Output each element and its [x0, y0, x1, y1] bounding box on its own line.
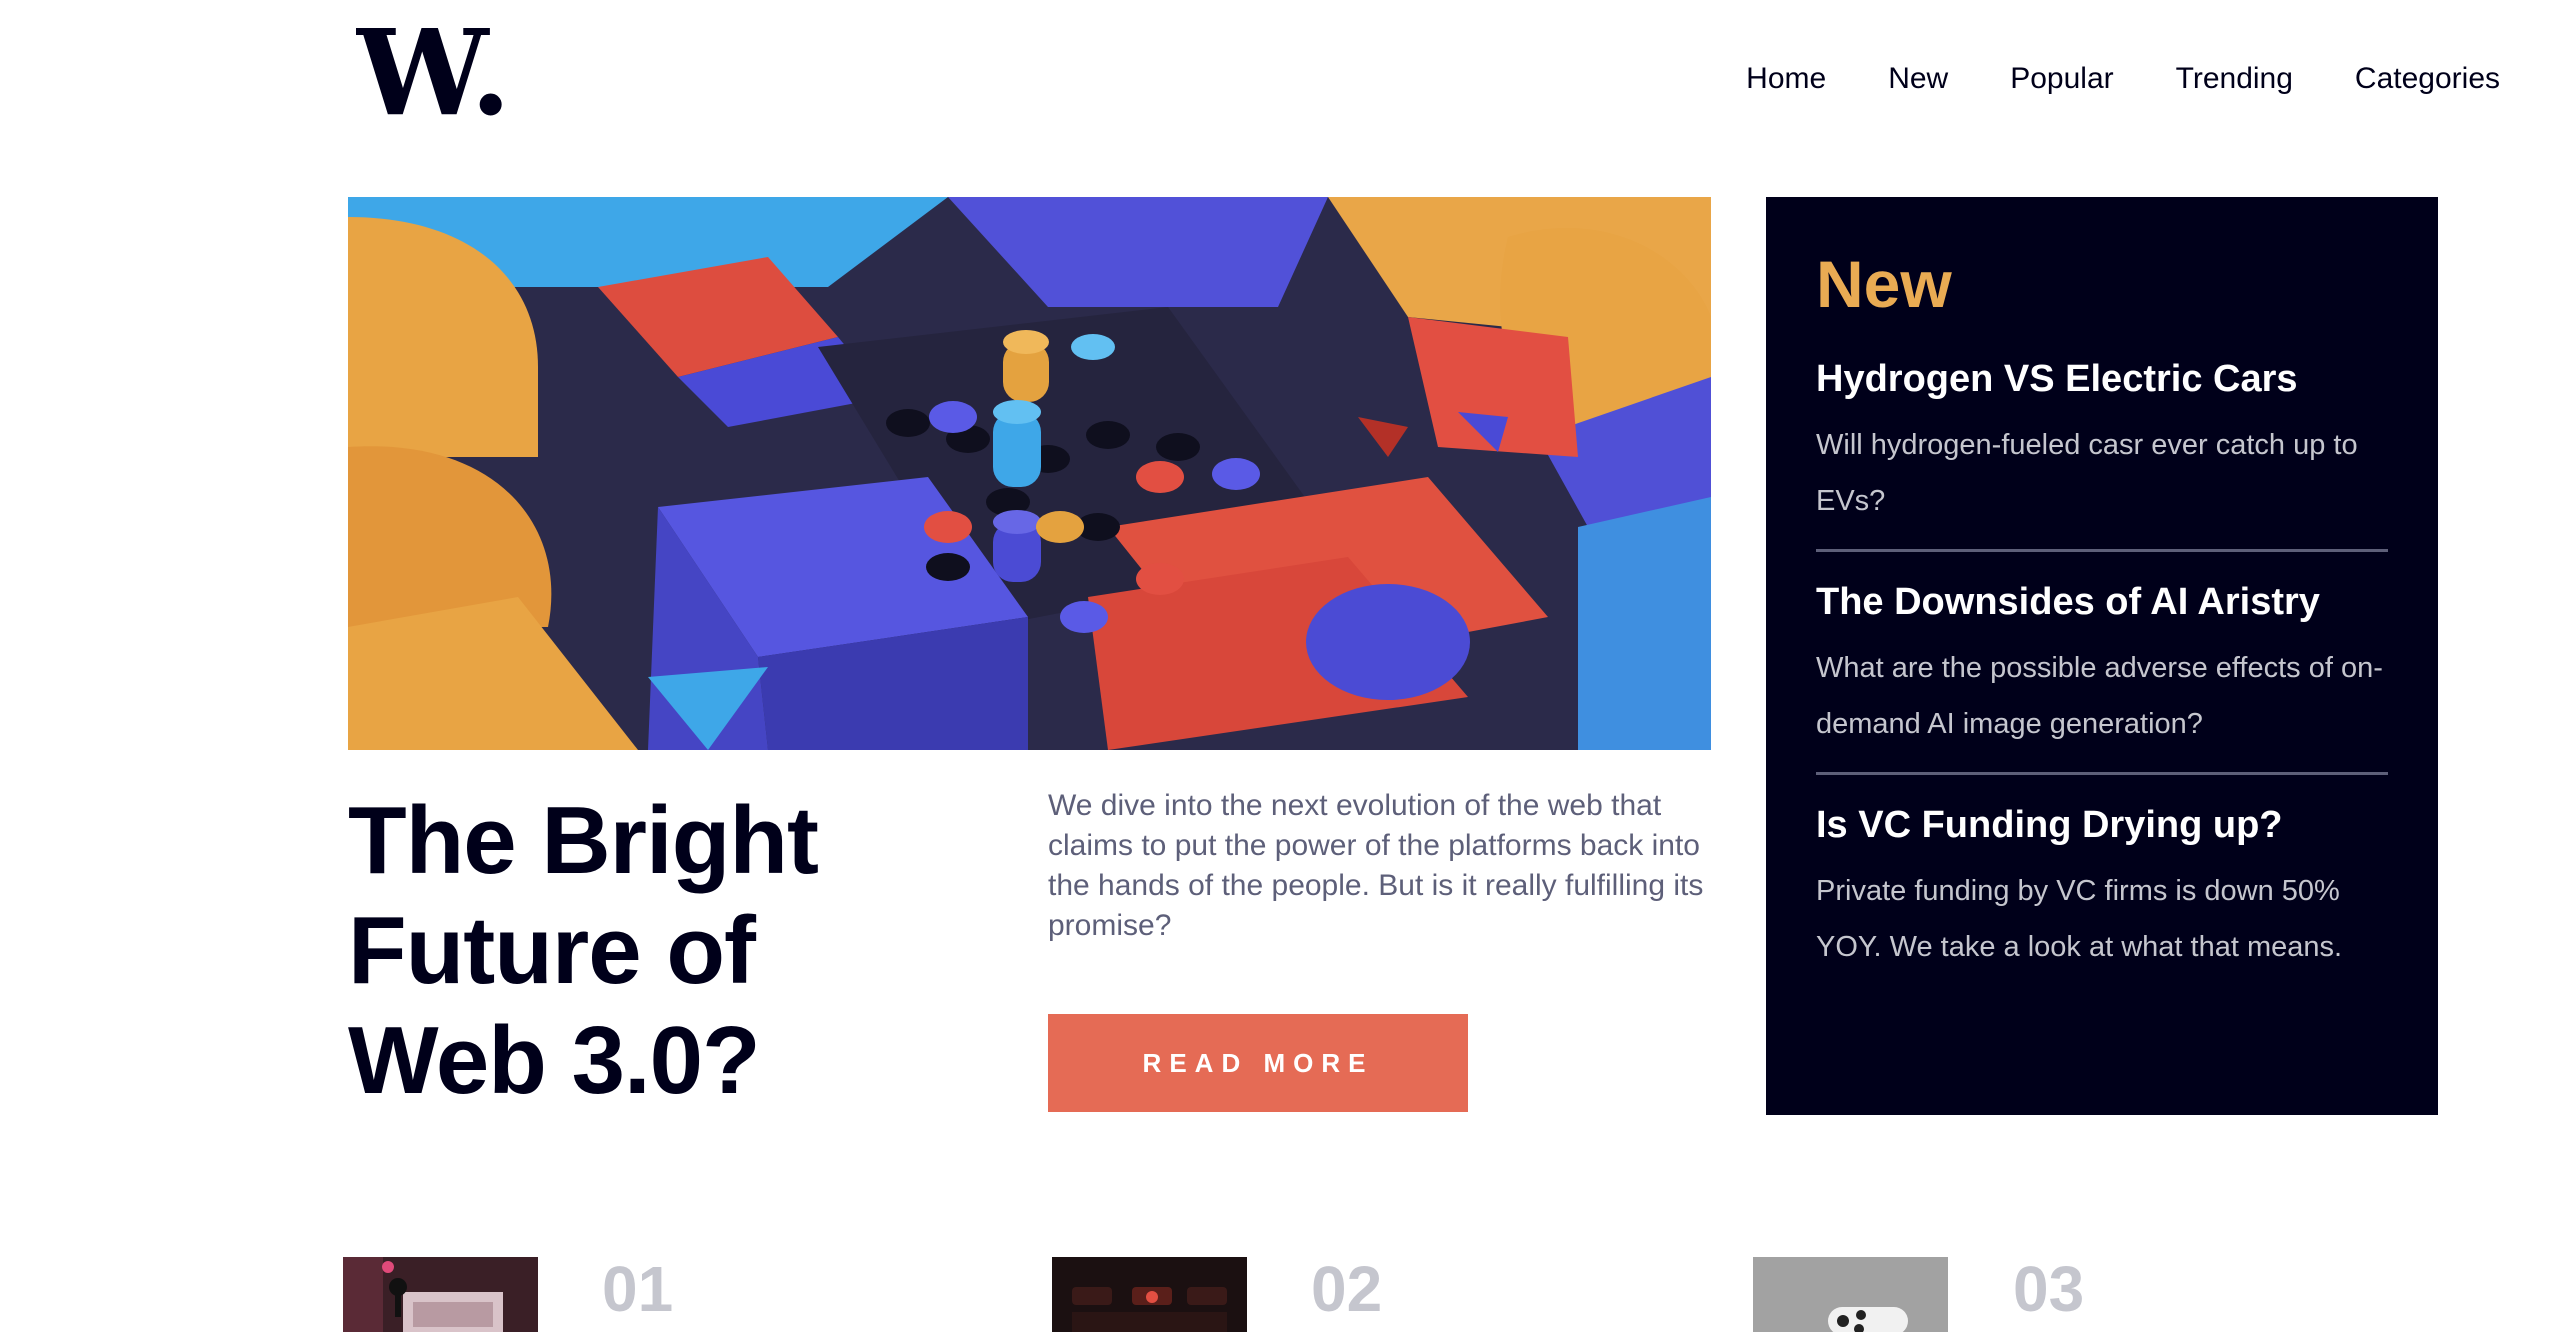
article-number: 02: [1311, 1253, 1383, 1325]
article-number: 03: [2013, 1253, 2085, 1325]
article-number: 01: [602, 1253, 674, 1325]
new-article-item[interactable]: Hydrogen VS Electric Cars Will hydrogen-…: [1816, 355, 2388, 529]
new-article-summary: What are the possible adverse effects of…: [1816, 652, 2383, 740]
new-articles-panel: New Hydrogen VS Electric Cars Will hydro…: [1766, 197, 2438, 1115]
hero-title: The Bright Future of Web 3.0?: [348, 786, 988, 1116]
new-article-summary: Private funding by VC firms is down 50% …: [1816, 875, 2343, 963]
nav-home[interactable]: Home: [1746, 60, 1826, 98]
nav-trending[interactable]: Trending: [2176, 60, 2293, 98]
new-article-title[interactable]: The Downsides of AI Aristry: [1816, 578, 2388, 626]
hero-title-line-1: The Bright: [348, 787, 819, 894]
new-article-title[interactable]: Hydrogen VS Electric Cars: [1816, 355, 2388, 403]
nav-popular[interactable]: Popular: [2010, 60, 2113, 98]
hero-image: [348, 197, 1711, 750]
article-thumbnail[interactable]: [343, 1257, 538, 1332]
new-article-item[interactable]: Is VC Funding Drying up? Private funding…: [1816, 801, 2388, 975]
logo-mark: W.: [354, 3, 511, 142]
new-article-item[interactable]: The Downsides of AI Aristry What are the…: [1816, 578, 2388, 752]
main-nav: Home New Popular Trending Categories: [1684, 60, 2500, 98]
logo-letter: W.: [356, 22, 504, 120]
hero-title-line-3: Web 3.0?: [348, 1007, 761, 1114]
new-panel-heading: New: [1816, 247, 1952, 321]
hero-description: We dive into the next evolution of the w…: [1048, 789, 1704, 942]
article-thumbnail[interactable]: [1052, 1257, 1247, 1332]
read-more-button[interactable]: READ MORE: [1048, 1014, 1468, 1112]
new-article-summary: Will hydrogen-fueled casr ever catch up …: [1816, 429, 2358, 517]
new-panel-divider: [1816, 549, 2388, 552]
hero-title-line-2: Future of: [348, 897, 756, 1004]
nav-new[interactable]: New: [1888, 60, 1948, 98]
new-panel-divider: [1816, 772, 2388, 775]
article-thumbnail[interactable]: [1753, 1257, 1948, 1332]
new-article-title[interactable]: Is VC Funding Drying up?: [1816, 801, 2388, 849]
site-logo[interactable]: W.: [354, 3, 511, 142]
nav-categories[interactable]: Categories: [2355, 60, 2500, 98]
